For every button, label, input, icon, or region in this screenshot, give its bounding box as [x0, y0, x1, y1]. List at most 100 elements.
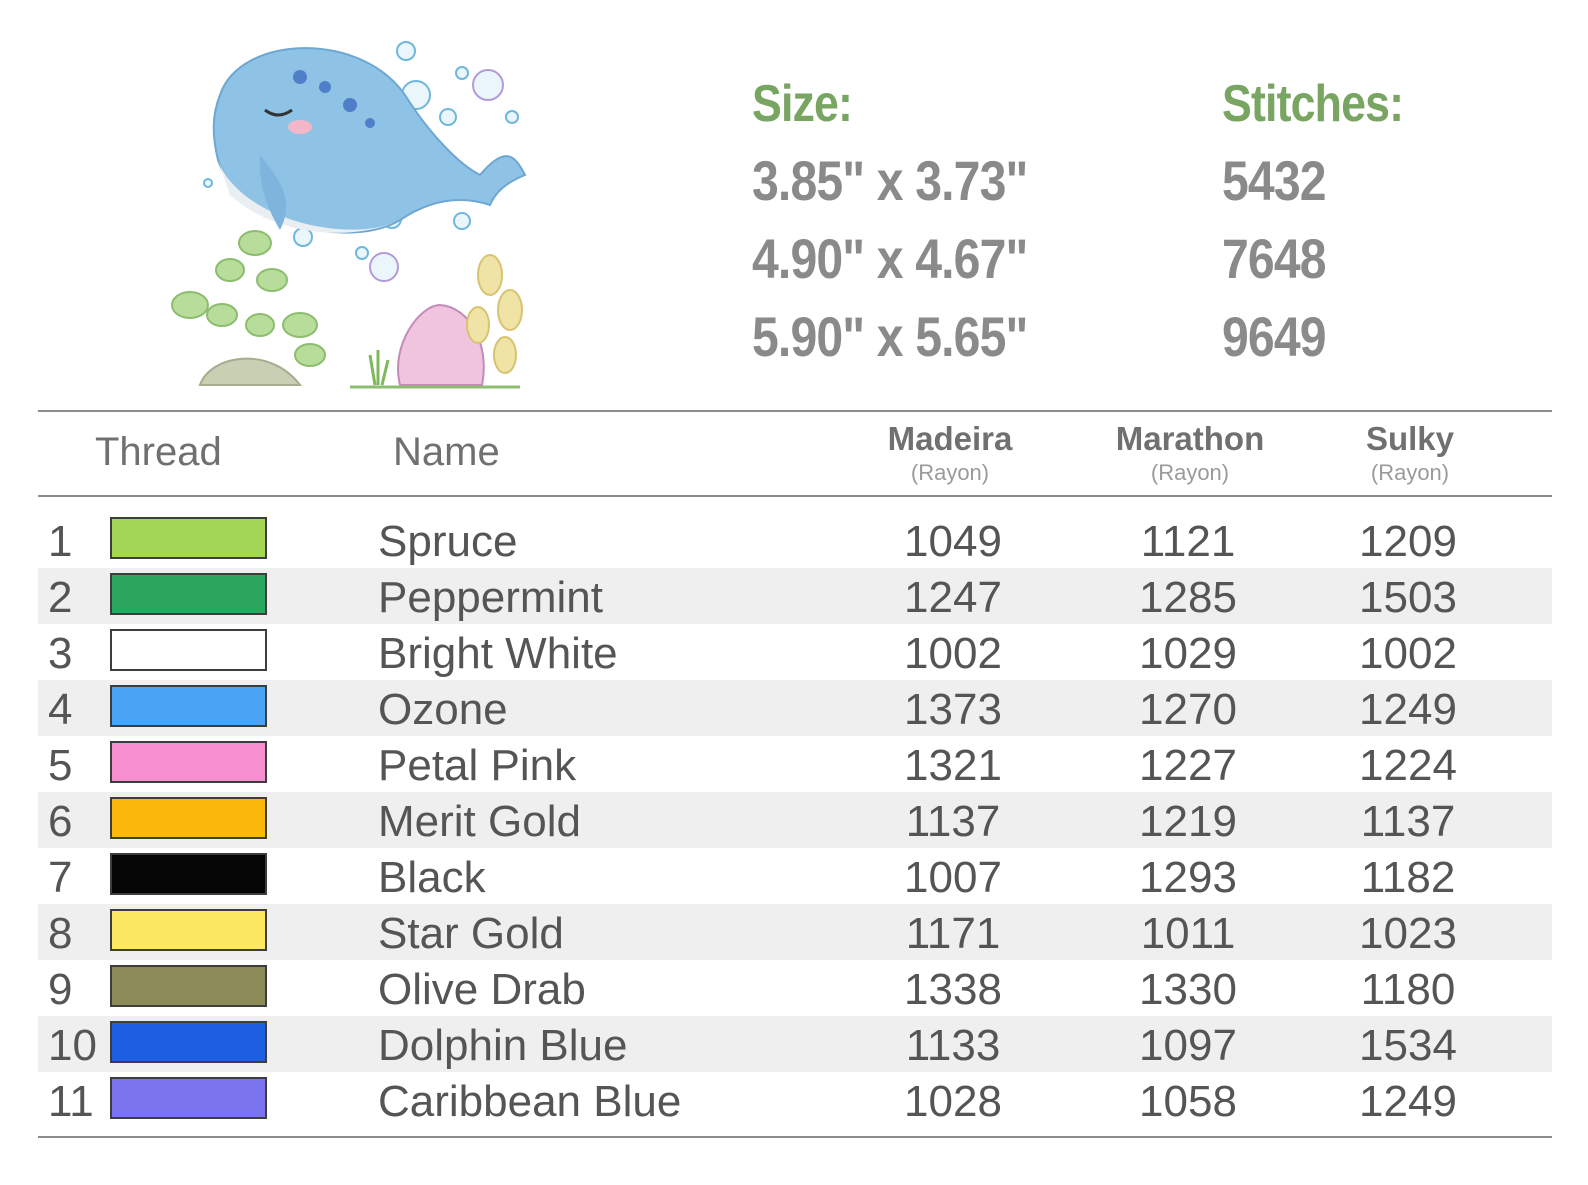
madeira-code: 1028	[904, 1077, 1002, 1126]
marathon-code: 1330	[1139, 965, 1237, 1014]
thread-name: Bright White	[378, 629, 618, 678]
thread-name: Spruce	[378, 517, 518, 566]
thread-number: 6	[48, 797, 73, 846]
sulky-code: 1503	[1359, 573, 1457, 622]
color-swatch	[110, 629, 267, 671]
madeira-code: 1002	[904, 629, 1002, 678]
table-row: 11 Caribbean Blue 1028 1058 1249	[38, 1072, 1552, 1128]
table-row: 2 Peppermint 1247 1285 1503	[38, 568, 1552, 624]
marathon-code: 1097	[1139, 1021, 1237, 1070]
thread-number: 3	[48, 629, 73, 678]
madeira-code: 1049	[904, 517, 1002, 566]
stitches-label: Stitches:	[1222, 75, 1404, 133]
madeira-code: 1137	[905, 797, 1001, 846]
header-bottom-rule	[38, 495, 1552, 497]
table-row: 3 Bright White 1002 1029 1002	[38, 624, 1552, 680]
marathon-code: 1011	[1140, 909, 1236, 958]
marathon-code: 1121	[1140, 517, 1236, 566]
sulky-code: 1137	[1360, 797, 1456, 846]
marathon-code: 1029	[1139, 629, 1237, 678]
thread-name: Olive Drab	[378, 965, 586, 1014]
thread-name: Peppermint	[378, 573, 604, 622]
marathon-code: 1285	[1139, 573, 1237, 622]
marathon-code: 1227	[1139, 741, 1237, 790]
color-swatch	[110, 741, 267, 783]
color-swatch	[110, 685, 267, 727]
header-marathon-sub: (Rayon)	[1150, 460, 1230, 485]
sulky-code: 1180	[1360, 965, 1456, 1014]
table-top-rule	[38, 410, 1552, 412]
thread-name: Petal Pink	[378, 741, 577, 790]
header-marathon: Marathon	[1115, 420, 1265, 457]
rock	[198, 357, 303, 386]
madeira-code: 1373	[904, 685, 1002, 734]
marathon-code: 1293	[1139, 853, 1237, 902]
size-value: 3.85" x 3.73"	[752, 149, 1028, 212]
header-sulky: Sulky	[1365, 420, 1455, 457]
thread-number: 8	[48, 909, 73, 958]
thread-name: Star Gold	[378, 909, 564, 958]
thread-number: 9	[48, 965, 73, 1014]
marathon-code: 1270	[1139, 685, 1237, 734]
thread-number: 1	[48, 517, 73, 566]
table-row: 9 Olive Drab 1338 1330 1180	[38, 960, 1552, 1016]
marathon-code: 1058	[1139, 1077, 1237, 1126]
stitches-value: 9649	[1222, 305, 1327, 368]
stitches-value: 5432	[1222, 149, 1327, 212]
thread-number: 10	[48, 1021, 97, 1070]
stitches-value: 7648	[1222, 227, 1327, 290]
color-swatch	[110, 1021, 267, 1063]
seaweed-left	[171, 230, 326, 367]
table-row: 4 Ozone 1373 1270 1249	[38, 680, 1552, 736]
color-swatch	[110, 965, 267, 1007]
table-row: 10 Dolphin Blue 1133 1097 1534	[38, 1016, 1552, 1072]
sulky-code: 1224	[1359, 741, 1457, 790]
sulky-code: 1249	[1359, 685, 1457, 734]
header-madeira: Madeira	[887, 420, 1013, 457]
madeira-code: 1321	[904, 741, 1002, 790]
thread-name: Merit Gold	[378, 797, 581, 846]
sulky-code: 1249	[1359, 1077, 1457, 1126]
thread-number: 7	[48, 853, 73, 902]
table-row: 7 Black 1007 1293 1182	[38, 848, 1552, 904]
thread-name: Black	[378, 853, 486, 902]
whale-illustration	[171, 41, 527, 389]
header-sulky-sub: (Rayon)	[1370, 460, 1450, 485]
size-label: Size:	[752, 75, 853, 133]
thread-number: 4	[48, 685, 73, 734]
thread-name: Dolphin Blue	[378, 1021, 628, 1070]
madeira-code: 1133	[905, 1021, 1001, 1070]
size-value: 4.90" x 4.67"	[752, 227, 1028, 290]
color-swatch	[110, 517, 267, 559]
madeira-code: 1338	[904, 965, 1002, 1014]
sulky-code: 1002	[1359, 629, 1457, 678]
madeira-code: 1247	[904, 573, 1002, 622]
table-bottom-rule	[38, 1136, 1552, 1138]
table-row: 5 Petal Pink 1321 1227 1224	[38, 736, 1552, 792]
table-row: 6 Merit Gold 1137 1219 1137	[38, 792, 1552, 848]
sulky-code: 1182	[1360, 853, 1456, 902]
color-swatch	[110, 1077, 267, 1119]
table-row: 8 Star Gold 1171 1011 1023	[38, 904, 1552, 960]
thread-number: 2	[48, 573, 73, 622]
thread-name: Ozone	[378, 685, 508, 734]
sulky-code: 1209	[1359, 517, 1457, 566]
marathon-code: 1219	[1139, 797, 1237, 846]
thread-number: 5	[48, 741, 73, 790]
color-swatch	[110, 853, 267, 895]
header-madeira-sub: (Rayon)	[910, 460, 990, 485]
header-name: Name	[393, 430, 500, 474]
size-value: 5.90" x 5.65"	[752, 305, 1028, 368]
color-swatch	[110, 573, 267, 615]
thread-number: 11	[48, 1077, 94, 1126]
table-row: 1 Spruce 1049 1121 1209	[38, 512, 1552, 568]
thread-name: Caribbean Blue	[378, 1077, 682, 1126]
color-swatch	[110, 909, 267, 951]
sulky-code: 1023	[1359, 909, 1457, 958]
header-thread: Thread	[95, 430, 222, 474]
small-plant	[368, 350, 390, 386]
sulky-code: 1534	[1359, 1021, 1457, 1070]
madeira-code: 1171	[905, 909, 1001, 958]
color-swatch	[110, 797, 267, 839]
madeira-code: 1007	[904, 853, 1002, 902]
